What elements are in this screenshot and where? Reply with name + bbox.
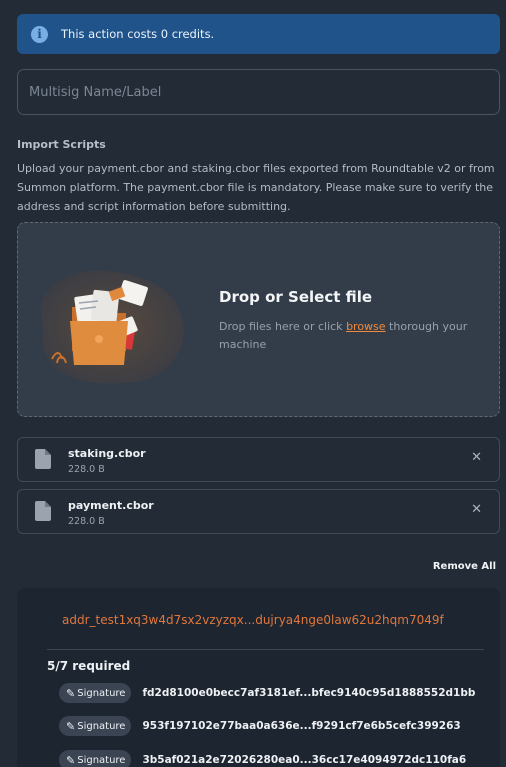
remove-file-button[interactable]: ✕	[471, 450, 482, 465]
browse-link[interactable]: browse	[346, 320, 386, 333]
signature-badge: ✎ Signature	[59, 683, 132, 703]
script-address: addr_test1xq3w4d7sx2vzyzqx...dujrya4nge0…	[62, 613, 444, 627]
import-scripts-description: Upload your payment.cbor and staking.cbo…	[17, 162, 495, 213]
file-item-staking: staking.cbor 228.0 B ✕	[17, 437, 500, 482]
signature-label: Signature	[77, 687, 126, 699]
pen-icon: ✎	[66, 686, 76, 700]
required-signatures: 5/7 required	[47, 659, 131, 673]
signature-badge: ✎ Signature	[59, 716, 132, 736]
signature-label: Signature	[77, 754, 126, 766]
remove-all-button[interactable]: Remove All	[433, 561, 496, 572]
file-icon	[35, 501, 51, 521]
file-size: 228.0 B	[68, 464, 105, 475]
remove-file-button[interactable]: ✕	[471, 502, 482, 517]
folder-illustration	[40, 270, 184, 384]
file-dropzone[interactable]: Drop or Select file Drop files here or c…	[17, 222, 500, 417]
script-info-card: addr_test1xq3w4d7sx2vzyzqx...dujrya4nge0…	[17, 588, 500, 767]
pen-icon: ✎	[66, 753, 76, 767]
signature-label: Signature	[77, 720, 126, 732]
dropzone-title: Drop or Select file	[219, 288, 373, 306]
file-item-payment: payment.cbor 228.0 B ✕	[17, 489, 500, 534]
page: i This action costs 0 credits. Import Sc…	[0, 0, 506, 767]
file-icon	[35, 449, 51, 469]
file-name: staking.cbor	[68, 447, 146, 460]
multisig-name-input[interactable]	[17, 69, 500, 115]
divider	[47, 649, 484, 650]
signature-hash: 953f197102e77baa0a636e...f9291cf7e6b5cef…	[142, 720, 461, 732]
dropzone-text-before: Drop files here or click	[219, 320, 347, 333]
file-name: payment.cbor	[68, 499, 154, 512]
signature-hash: fd2d8100e0becc7af3181ef...bfec9140c95d18…	[142, 687, 476, 699]
alert-text: This action costs 0 credits.	[61, 27, 215, 41]
import-scripts-title: Import Scripts	[17, 138, 106, 151]
dropzone-subtitle: Drop files here or click browse thorough…	[219, 318, 479, 354]
signature-row: ✎ Signature fd2d8100e0becc7af3181ef...bf…	[59, 682, 475, 704]
signature-row: ✎ Signature 3b5af021a2e72026280ea0...36c…	[59, 749, 466, 767]
signature-hash: 3b5af021a2e72026280ea0...36cc17e4094972d…	[142, 754, 467, 766]
info-icon: i	[31, 25, 48, 43]
credits-alert: i This action costs 0 credits.	[17, 14, 500, 54]
signature-badge: ✎ Signature	[59, 750, 132, 767]
file-size: 228.0 B	[68, 516, 105, 527]
pen-icon: ✎	[66, 719, 76, 733]
signature-row: ✎ Signature 953f197102e77baa0a636e...f92…	[59, 715, 461, 737]
